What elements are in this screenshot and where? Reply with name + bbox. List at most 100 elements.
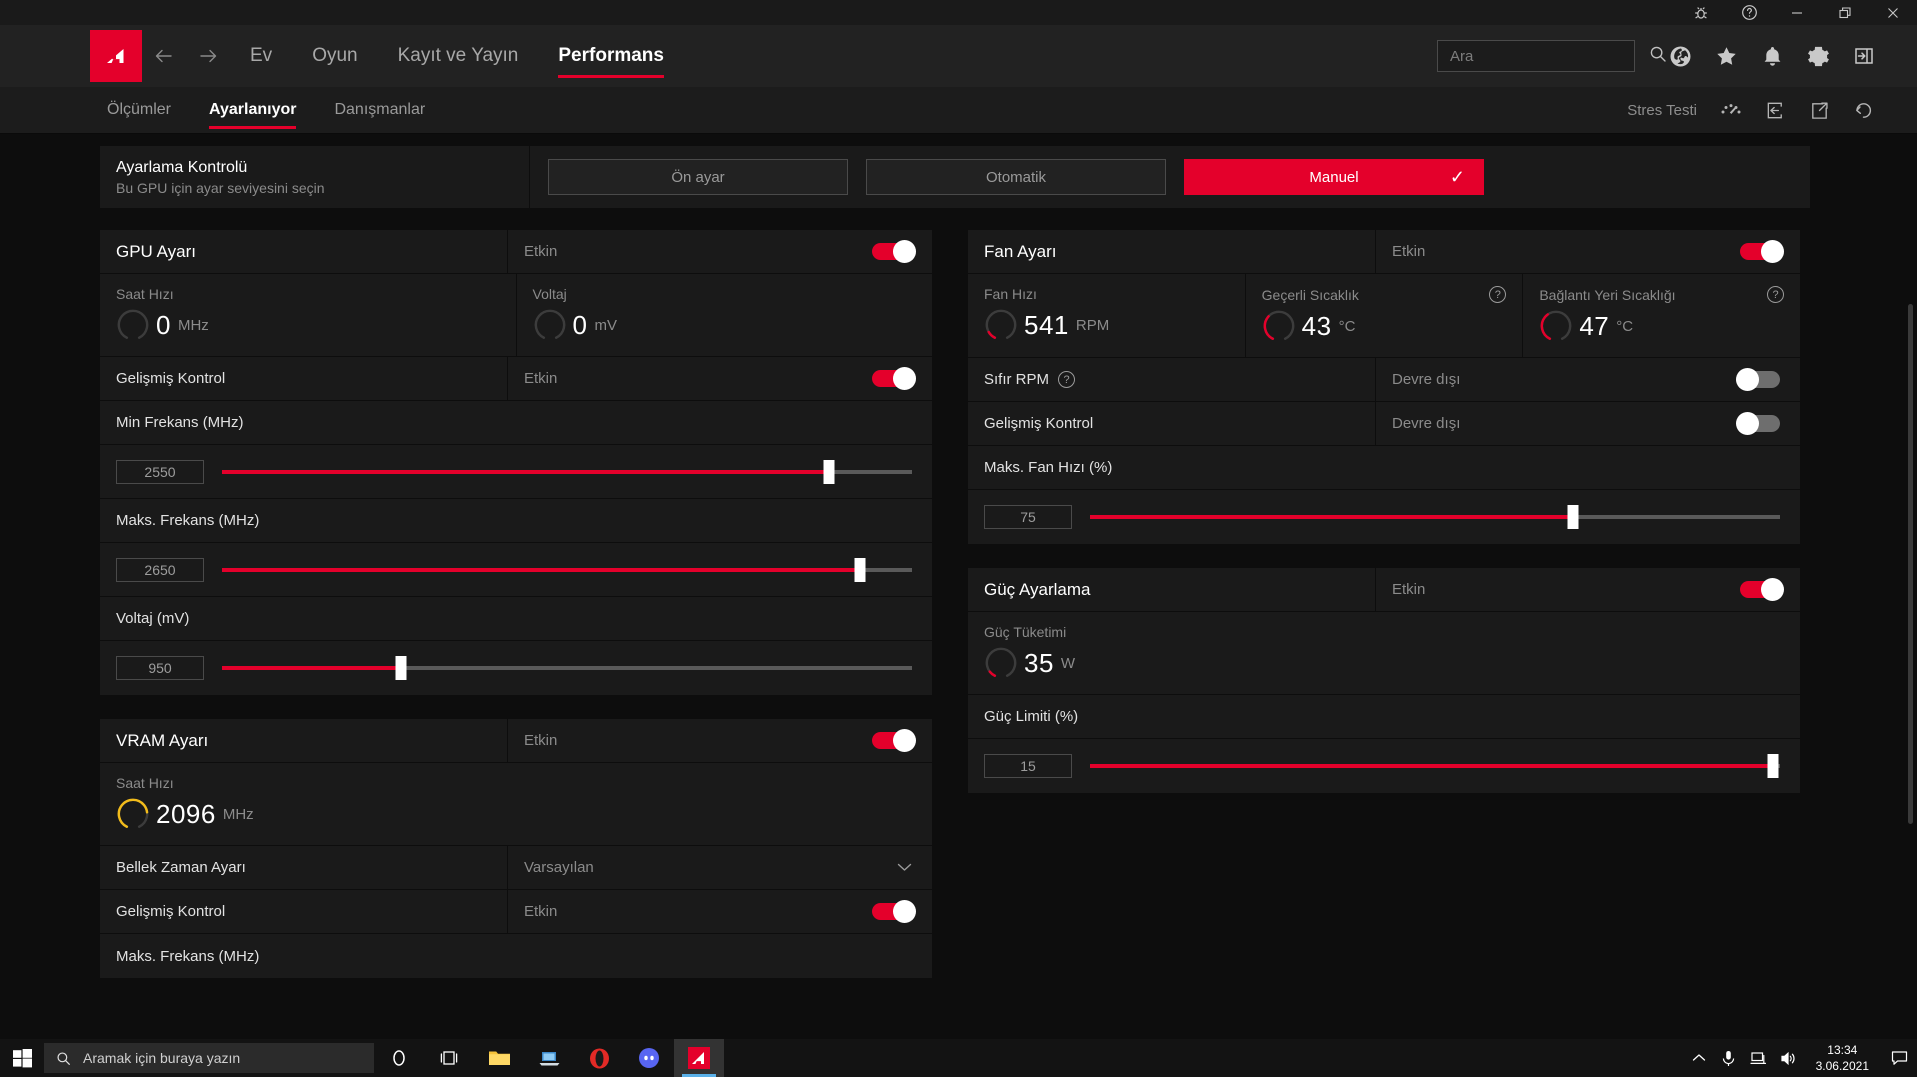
power-tuning-toggle[interactable] (1740, 578, 1784, 601)
fan-zero-rpm-toggle-cell[interactable]: Devre dışı (1376, 358, 1800, 401)
remote-desktop-icon[interactable] (524, 1039, 574, 1077)
gpu-voltage-thumb[interactable] (395, 656, 407, 680)
file-explorer-icon[interactable] (474, 1039, 524, 1077)
discord-icon[interactable] (624, 1039, 674, 1077)
fan-advanced-control-toggle[interactable] (1736, 412, 1780, 435)
nav-label: Oyun (312, 45, 358, 66)
nav-item-performance[interactable]: Performans (538, 25, 684, 87)
tab-label: Danışmanlar (334, 101, 426, 118)
star-icon[interactable] (1703, 25, 1749, 87)
stress-test-gauge-icon[interactable] (1709, 87, 1753, 134)
gpu-max-frequency-value[interactable]: 2650 (116, 557, 204, 582)
reset-icon[interactable] (1841, 87, 1885, 134)
tab-advisors[interactable]: Danışmanlar (317, 87, 442, 134)
close-button[interactable] (1869, 0, 1917, 25)
opera-icon[interactable] (574, 1039, 624, 1077)
power-limit-track[interactable] (1090, 754, 1780, 778)
power-tuning-toggle-cell[interactable]: Etkin (1376, 568, 1800, 611)
gpu-voltage-slider-row[interactable]: 950 (100, 641, 932, 695)
restore-button[interactable] (1821, 0, 1869, 25)
notification-icon[interactable] (1881, 1039, 1917, 1077)
export-profile-icon[interactable] (1797, 87, 1841, 134)
gpu-advanced-toggle-cell[interactable]: Etkin (508, 357, 932, 400)
vram-advanced-label-cell: Gelişmiş Kontrol (100, 890, 508, 933)
select-value: Varsayılan (524, 859, 594, 876)
gpu-voltage-track[interactable] (222, 656, 912, 680)
fan-zero-rpm-toggle[interactable] (1736, 368, 1780, 391)
panel-toggle-icon[interactable] (1841, 25, 1887, 87)
power-tuning-header: Güç Ayarlama Etkin (968, 568, 1800, 612)
vram-tuning-toggle-cell[interactable]: Etkin (508, 719, 932, 762)
search-box[interactable] (1437, 40, 1666, 72)
slider-label: Maks. Fan Hızı (%) (984, 459, 1113, 476)
gpu-advanced-control-toggle[interactable] (872, 367, 916, 390)
fan-max-speed-track[interactable] (1090, 505, 1780, 529)
toggle-state-label: Etkin (1392, 243, 1426, 260)
start-button[interactable] (0, 1039, 44, 1077)
nav-item-home[interactable]: Ev (230, 25, 292, 87)
gpu-tuning-toggle[interactable] (872, 240, 916, 263)
power-limit-slider-row[interactable]: 15 (968, 739, 1800, 793)
tab-metrics[interactable]: Ölçümler (90, 87, 188, 134)
amd-logo-icon[interactable] (90, 30, 142, 82)
fan-max-speed-value[interactable]: 75 (984, 505, 1072, 529)
gear-icon[interactable] (1795, 25, 1841, 87)
nav-item-record-stream[interactable]: Kayıt ve Yayın (378, 25, 539, 87)
tuning-option-manual[interactable]: Manuel ✓ (1184, 159, 1484, 195)
bell-icon[interactable] (1749, 25, 1795, 87)
gpu-voltage-value[interactable]: 950 (116, 656, 204, 680)
panel-title: Fan Ayarı (984, 241, 1057, 261)
cortana-icon[interactable] (374, 1039, 424, 1077)
gpu-min-frequency-track[interactable] (222, 459, 912, 484)
option-label: Otomatik (985, 168, 1046, 186)
search-input[interactable] (1450, 47, 1649, 65)
vertical-scrollbar[interactable] (1908, 304, 1913, 824)
show-hidden-icons[interactable] (1684, 1039, 1714, 1077)
network-icon[interactable] (1744, 1039, 1774, 1077)
radeon-software-window: Ev Oyun Kayıt ve Yayın Performans Ara Öl… (0, 0, 1917, 1077)
help-icon[interactable] (1725, 0, 1773, 25)
fan-max-speed-thumb[interactable] (1567, 505, 1579, 529)
vram-memory-timing-row[interactable]: Bellek Zaman Ayarı Varsayılan (100, 846, 932, 890)
forward-arrow-icon[interactable] (186, 25, 230, 87)
gpu-tuning-toggle-cell[interactable]: Etkin (508, 230, 932, 273)
globe-icon[interactable] (1657, 25, 1703, 87)
fan-advanced-toggle-cell[interactable]: Devre dışı (1376, 402, 1800, 445)
gpu-min-frequency-slider-row[interactable]: 2550 (100, 445, 932, 499)
minimize-button[interactable] (1773, 0, 1821, 25)
task-view-icon[interactable] (424, 1039, 474, 1077)
tuning-option-automatic[interactable]: Otomatik (866, 159, 1166, 195)
toggle-state-label: Etkin (524, 903, 558, 920)
chevron-down-icon[interactable] (897, 859, 912, 876)
vram-advanced-control-toggle[interactable] (872, 900, 916, 923)
volume-icon[interactable] (1774, 1039, 1804, 1077)
amd-radeon-software-icon[interactable] (674, 1039, 724, 1077)
back-arrow-icon[interactable] (142, 25, 186, 87)
gpu-advanced-control-row: Gelişmiş Kontrol Etkin (100, 357, 932, 401)
bug-report-icon[interactable] (1677, 0, 1725, 25)
gpu-min-frequency-value[interactable]: 2550 (116, 459, 204, 484)
gpu-max-frequency-slider-row[interactable]: 2650 (100, 543, 932, 597)
help-icon[interactable]: ? (1058, 371, 1076, 388)
power-limit-value[interactable]: 15 (984, 754, 1072, 778)
taskbar-search-box[interactable]: Aramak için buraya yazın (44, 1043, 374, 1073)
vram-memory-timing-select[interactable]: Varsayılan (508, 846, 932, 889)
vram-tuning-toggle[interactable] (872, 729, 916, 752)
tuning-option-preset[interactable]: Ön ayar (548, 159, 848, 195)
panel-title: VRAM Ayarı (116, 730, 209, 750)
fan-tuning-toggle-cell[interactable]: Etkin (1376, 230, 1800, 273)
taskbar-clock[interactable]: 13:34 3.06.2021 (1804, 1042, 1881, 1074)
gpu-min-frequency-thumb[interactable] (823, 459, 835, 484)
gpu-max-frequency-thumb[interactable] (854, 557, 866, 582)
help-icon[interactable]: ? (1767, 286, 1785, 303)
import-profile-icon[interactable] (1753, 87, 1797, 134)
tab-tuning[interactable]: Ayarlanıyor (192, 87, 313, 134)
power-limit-thumb[interactable] (1767, 754, 1779, 778)
nav-item-gaming[interactable]: Oyun (292, 25, 377, 87)
help-icon[interactable]: ? (1489, 286, 1507, 303)
gpu-max-frequency-track[interactable] (222, 557, 912, 582)
microphone-icon[interactable] (1714, 1039, 1744, 1077)
fan-tuning-toggle[interactable] (1740, 240, 1784, 263)
vram-advanced-toggle-cell[interactable]: Etkin (508, 890, 932, 933)
fan-max-speed-slider-row[interactable]: 75 (968, 490, 1800, 544)
